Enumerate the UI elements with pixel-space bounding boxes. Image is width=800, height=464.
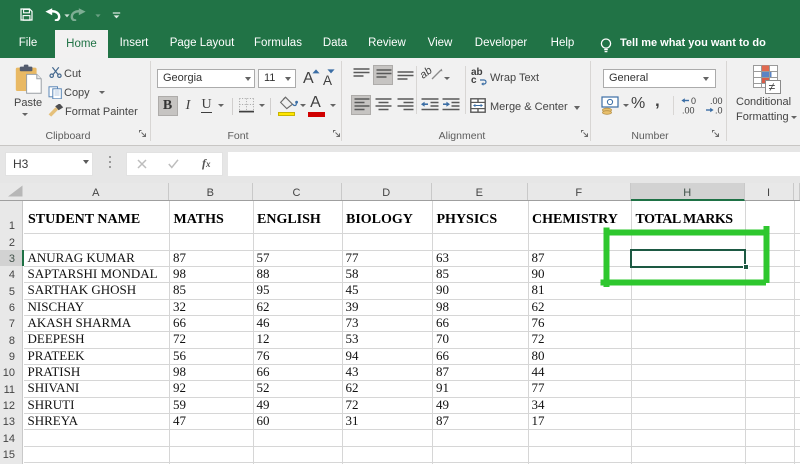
svg-text:≠: ≠ [769, 80, 776, 94]
svg-text:.00: .00 [682, 106, 695, 116]
svg-text:.0: .0 [715, 106, 723, 116]
svg-text:0: 0 [691, 96, 696, 106]
svg-text:.00: .00 [710, 96, 723, 106]
